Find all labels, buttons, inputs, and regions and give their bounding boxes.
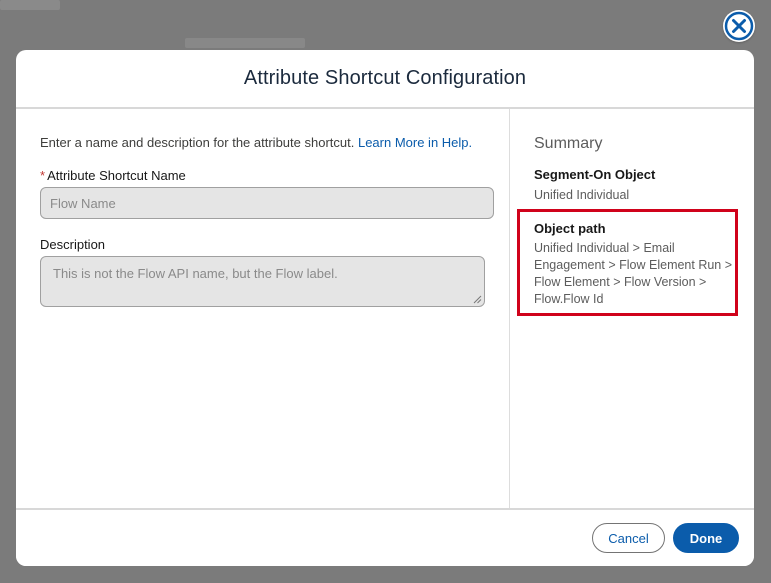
name-label-text: Attribute Shortcut Name: [47, 168, 186, 183]
name-placeholder: Flow Name: [50, 195, 116, 211]
resize-handle-icon[interactable]: [473, 295, 482, 304]
object-path-value: Unified Individual > Email Engagement > …: [534, 241, 733, 306]
description-placeholder: This is not the Flow API name, but the F…: [53, 266, 338, 281]
done-button[interactable]: Done: [673, 523, 739, 553]
close-button[interactable]: [723, 10, 755, 42]
background-element: [0, 0, 60, 10]
cancel-button[interactable]: Cancel: [592, 523, 665, 553]
modal-header: Attribute Shortcut Configuration: [16, 50, 754, 109]
learn-more-link[interactable]: Learn More in Help.: [358, 135, 472, 150]
summary-pane: Summary Segment-On Object Unified Indivi…: [509, 109, 754, 508]
description-textarea[interactable]: This is not the Flow API name, but the F…: [40, 256, 485, 307]
description-label: Description: [40, 237, 106, 252]
segment-on-label: Segment-On Object: [534, 167, 656, 182]
segment-on-value: Unified Individual: [534, 188, 630, 202]
summary-title: Summary: [534, 135, 603, 152]
form-pane: Enter a name and description for the att…: [16, 109, 509, 508]
name-field-label: * Attribute Shortcut Name: [40, 168, 186, 183]
background-element: [185, 38, 305, 48]
attribute-shortcut-modal: Attribute Shortcut Configuration Enter a…: [16, 50, 754, 566]
modal-footer: Cancel Done: [16, 508, 754, 566]
attribute-shortcut-name-input[interactable]: Flow Name: [40, 187, 494, 219]
modal-title: Attribute Shortcut Configuration: [243, 67, 527, 89]
object-path-label: Object path: [534, 221, 606, 236]
close-icon: [724, 11, 754, 41]
required-marker: *: [40, 168, 46, 183]
intro-description: Enter a name and description for the att…: [40, 135, 358, 150]
intro-text: Enter a name and description for the att…: [40, 135, 472, 150]
